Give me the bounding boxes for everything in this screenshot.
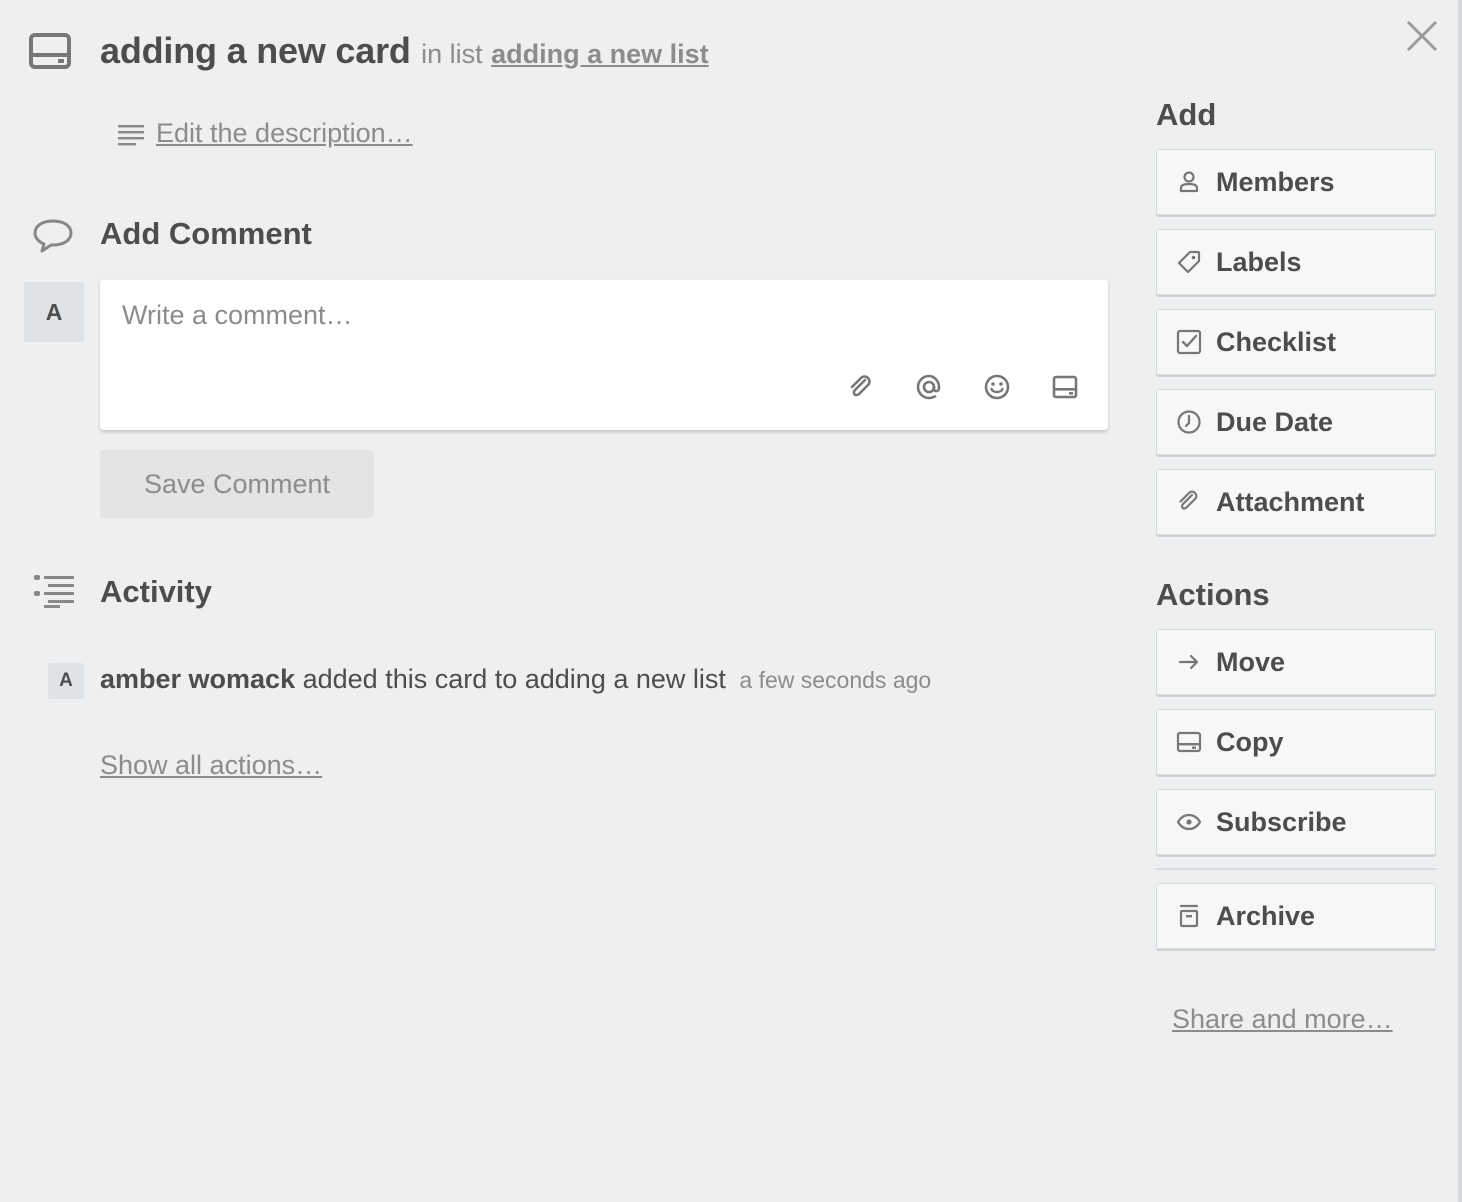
save-comment-button[interactable]: Save Comment — [100, 450, 374, 518]
close-icon[interactable] — [1400, 14, 1444, 58]
activity-user[interactable]: amber womack — [100, 664, 295, 694]
divider — [1156, 868, 1436, 870]
add-comment-heading: Add Comment — [100, 216, 312, 251]
actions-heading: Actions — [1156, 577, 1270, 612]
add-heading: Add — [1156, 97, 1217, 132]
checklist-label: Checklist — [1216, 326, 1337, 357]
comment-input[interactable] — [100, 280, 1108, 380]
card-detail-window: adding a new card in list adding a new l… — [0, 0, 1458, 1202]
copy-button[interactable]: Copy — [1156, 709, 1436, 775]
avatar[interactable]: A — [24, 282, 84, 342]
subscribe-label: Subscribe — [1216, 806, 1347, 837]
archive-icon — [1176, 903, 1202, 929]
mention-icon[interactable] — [914, 372, 944, 402]
attachment-label: Attachment — [1216, 486, 1365, 517]
members-label: Members — [1216, 166, 1335, 197]
card-link-icon[interactable] — [1050, 372, 1080, 402]
labels-label: Labels — [1216, 246, 1302, 277]
paperclip-icon — [1176, 489, 1202, 515]
move-label: Move — [1216, 646, 1286, 677]
members-button[interactable]: Members — [1156, 149, 1436, 215]
activity-heading: Activity — [100, 574, 212, 609]
card-icon — [1176, 729, 1202, 755]
checklist-button[interactable]: Checklist — [1156, 309, 1436, 375]
activity-time[interactable]: a few seconds ago — [739, 667, 931, 693]
eye-icon — [1176, 809, 1202, 835]
archive-button[interactable]: Archive — [1156, 883, 1436, 949]
description-icon — [118, 124, 144, 146]
card-header: adding a new card in list adding a new l… — [100, 30, 709, 72]
emoji-icon[interactable] — [982, 372, 1012, 402]
activity-icon — [32, 574, 76, 610]
list-link[interactable]: adding a new list — [491, 39, 709, 69]
edit-description-link[interactable]: Edit the description… — [156, 118, 413, 149]
share-and-more-link[interactable]: Share and more… — [1172, 1004, 1393, 1035]
arrow-right-icon — [1176, 649, 1202, 675]
clock-icon — [1176, 409, 1202, 435]
attachment-button[interactable]: Attachment — [1156, 469, 1436, 535]
card-title[interactable]: adding a new card — [100, 30, 411, 71]
checkbox-icon — [1176, 329, 1202, 355]
show-all-actions-link[interactable]: Show all actions… — [100, 750, 322, 781]
activity-action: added this card to adding a new list — [302, 664, 726, 694]
due-date-label: Due Date — [1216, 406, 1334, 437]
archive-label: Archive — [1216, 900, 1316, 931]
due-date-button[interactable]: Due Date — [1156, 389, 1436, 455]
in-list-text: in list — [421, 39, 483, 69]
card-icon — [28, 32, 72, 70]
subscribe-button[interactable]: Subscribe — [1156, 789, 1436, 855]
comment-icon — [32, 218, 74, 254]
tag-icon — [1176, 249, 1202, 275]
copy-label: Copy — [1216, 726, 1284, 757]
labels-button[interactable]: Labels — [1156, 229, 1436, 295]
move-button[interactable]: Move — [1156, 629, 1436, 695]
paperclip-icon[interactable] — [846, 372, 876, 402]
window-edge — [1458, 0, 1462, 1202]
activity-entry: amber womack added this card to adding a… — [100, 664, 931, 695]
avatar[interactable]: A — [48, 663, 84, 699]
person-icon — [1176, 169, 1202, 195]
comment-box — [100, 280, 1108, 430]
